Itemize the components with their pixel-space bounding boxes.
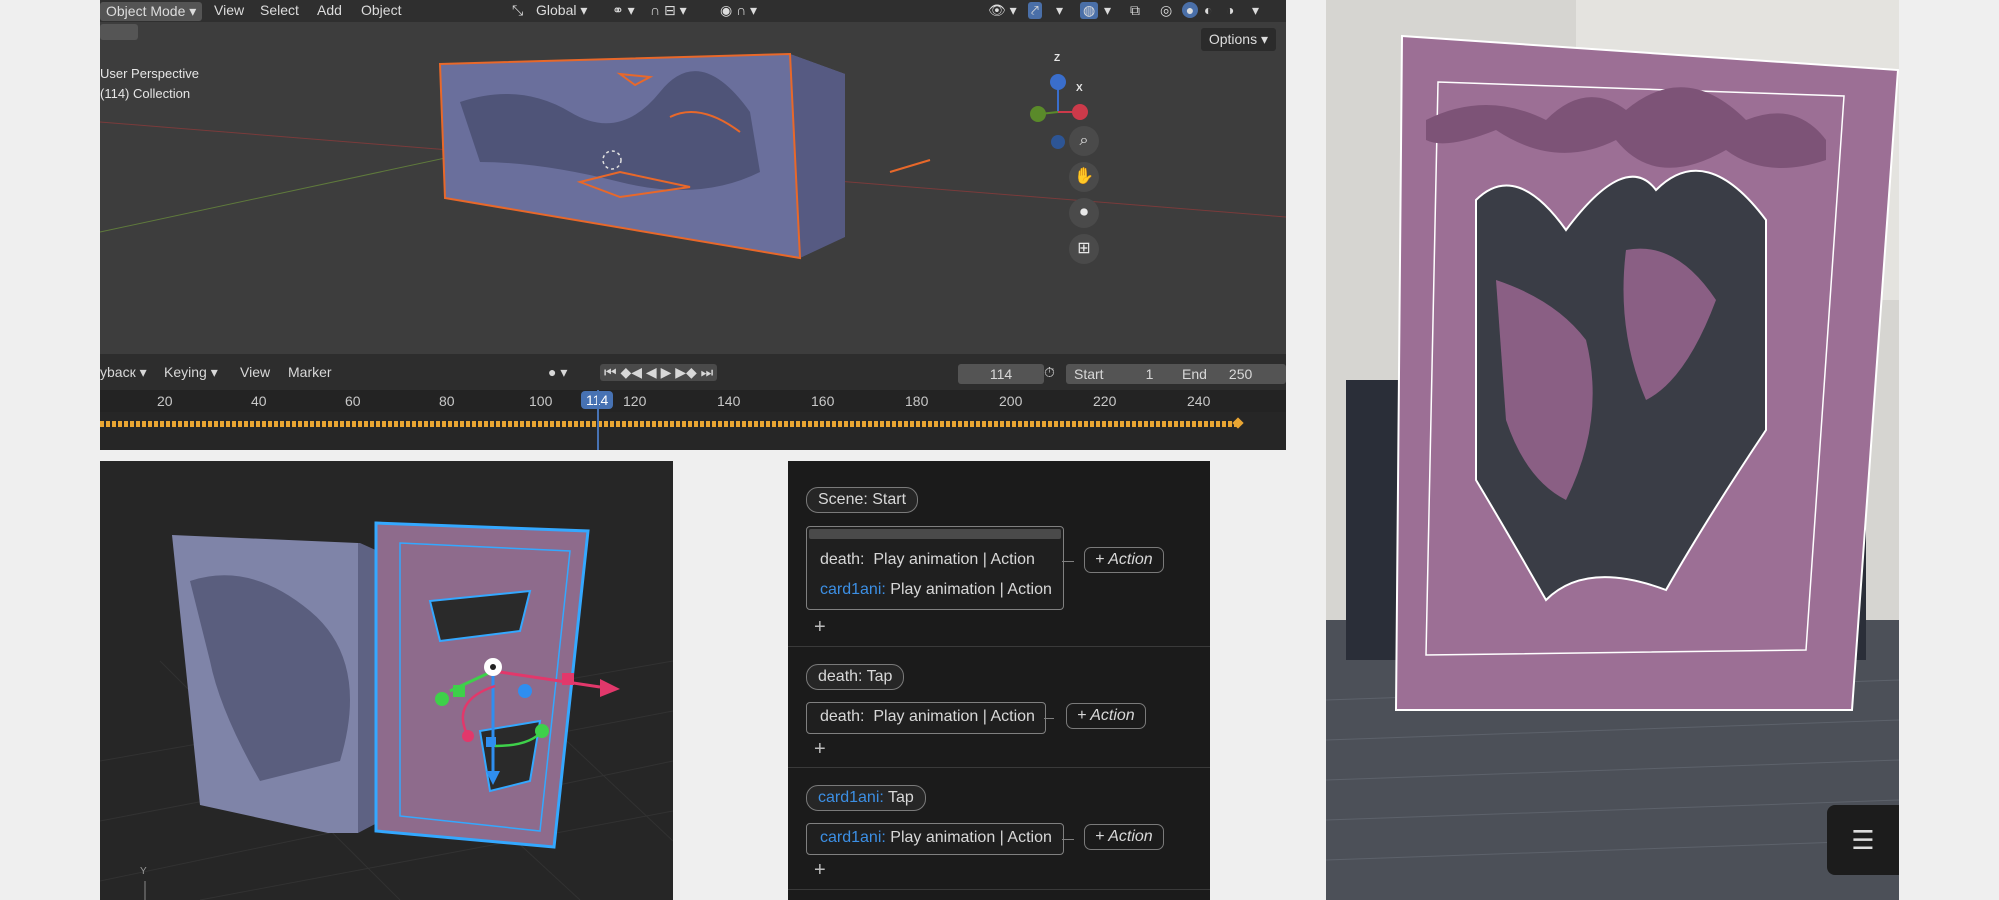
- pan-hand-icon[interactable]: ✋: [1069, 162, 1099, 192]
- overlay-toggle-icon[interactable]: ◍: [1080, 2, 1099, 19]
- action-row[interactable]: death: Play animation | Action: [820, 708, 1035, 726]
- tick-220: 220: [1093, 393, 1117, 409]
- transform-orientation-icon[interactable]: ⤡: [512, 2, 523, 19]
- divider: [788, 889, 1210, 890]
- blender-window: Object Mode ▾ View Select Add Object ⤡ G…: [100, 0, 1286, 450]
- orientation-dropdown[interactable]: Global ▾: [536, 2, 587, 19]
- add-action-button[interactable]: + Action: [1084, 547, 1164, 573]
- 3d-viewport[interactable]: User Perspective (114) Collection Option…: [100, 22, 1286, 354]
- add-action-button[interactable]: + Action: [1066, 703, 1146, 729]
- playback-controls[interactable]: ⏮ ◆◀ ◀ ▶ ▶◆ ⏭: [600, 364, 718, 381]
- add-behavior-button[interactable]: +: [814, 738, 826, 761]
- rotate-handle-green: [435, 692, 449, 706]
- action-sequence-3[interactable]: card1ani: Play animation | Action: [806, 823, 1064, 855]
- material-shading-icon[interactable]: ◐: [1204, 2, 1212, 18]
- zoom-icon[interactable]: ⌕: [1069, 126, 1099, 156]
- gizmo-dropdown-icon[interactable]: ▾: [1056, 2, 1063, 19]
- tick-20: 20: [157, 393, 173, 409]
- tick-60: 60: [345, 393, 361, 409]
- wireframe-shading-icon[interactable]: ◎: [1160, 2, 1172, 19]
- add-behavior-button[interactable]: +: [814, 616, 826, 639]
- timeline-ruler[interactable]: 20 40 60 80 100 120 140 160 180 200 220 …: [100, 390, 1286, 412]
- light-object: [889, 159, 931, 173]
- tick-180: 180: [905, 393, 929, 409]
- gizmo-z-icon: [1050, 74, 1066, 90]
- scene-editor-viewport[interactable]: Y: [100, 461, 673, 900]
- playback-menu[interactable]: ybacк ▾: [100, 364, 147, 381]
- action-sequence-2[interactable]: death: Play animation | Action: [806, 702, 1046, 734]
- keying-menu[interactable]: Keying ▾: [164, 364, 218, 381]
- tick-140: 140: [717, 393, 741, 409]
- action-row[interactable]: card1ani: Play animation | Action: [820, 829, 1052, 847]
- list-icon[interactable]: ☰: [1827, 805, 1899, 875]
- gizmo-z-label: Z: [1054, 53, 1061, 64]
- gizmo-y-icon: [1030, 106, 1046, 122]
- gizmo-x-label: X: [1076, 83, 1083, 94]
- pivot-icon[interactable]: ⚭ ▾: [612, 2, 635, 19]
- tick-160: 160: [811, 393, 835, 409]
- trigger-card1ani-tap[interactable]: card1ani: Tap: [806, 785, 926, 811]
- move-x-arrow-icon: [600, 679, 620, 697]
- timer-icon[interactable]: ⏱: [1044, 364, 1055, 381]
- viewport-header: Object Mode ▾ View Select Add Object ⤡ G…: [100, 0, 1286, 22]
- scene-canvas: [100, 52, 1286, 260]
- tick-40: 40: [251, 393, 267, 409]
- action-row[interactable]: death: Play animation | Action: [820, 551, 1035, 569]
- action-row[interactable]: card1ani: Play animation | Action: [820, 581, 1052, 599]
- menu-object[interactable]: Object: [361, 2, 401, 18]
- tick-100: 100: [529, 393, 553, 409]
- auto-key-icon[interactable]: ● ▾: [548, 364, 567, 381]
- divider: [788, 767, 1210, 768]
- shading-dropdown-icon[interactable]: ▾: [1252, 2, 1259, 19]
- menu-view[interactable]: View: [214, 2, 244, 18]
- timeline-keyframes[interactable]: [100, 390, 1286, 450]
- marker-menu[interactable]: Marker: [288, 364, 332, 380]
- menu-select[interactable]: Select: [260, 2, 299, 18]
- ortho-grid-icon[interactable]: ⊞: [1069, 234, 1099, 264]
- end-frame-field[interactable]: End 250: [1174, 364, 1286, 384]
- tick-80: 80: [439, 393, 455, 409]
- camera-view-icon[interactable]: ⏺: [1069, 198, 1099, 228]
- action-sequence-1[interactable]: death: Play animation | Action card1ani:…: [806, 526, 1064, 610]
- solid-shading-icon[interactable]: ●: [1182, 2, 1198, 18]
- ar-preview-photo: ☰: [1326, 0, 1899, 900]
- tick-240: 240: [1187, 393, 1211, 409]
- trigger-death-tap[interactable]: death: Tap: [806, 664, 905, 690]
- snap-icon[interactable]: ∩ ⊟ ▾: [650, 2, 687, 19]
- trigger-scene-start[interactable]: Scene: Start: [806, 487, 919, 513]
- rotate-handle-red: [462, 730, 474, 742]
- add-behavior-button[interactable]: +: [814, 859, 826, 882]
- scene-editor-canvas: [100, 521, 673, 900]
- rendered-shading-icon[interactable]: ◑: [1226, 2, 1234, 18]
- playhead-line: [597, 390, 599, 450]
- object-mode-dropdown[interactable]: Object Mode ▾: [100, 2, 203, 21]
- keyframe-strip: [100, 421, 1238, 427]
- add-action-button[interactable]: + Action: [1084, 824, 1164, 850]
- timeline-view-menu[interactable]: View: [240, 364, 270, 380]
- scale-z-handle: [453, 685, 465, 697]
- visibility-icon[interactable]: 👁 ▾: [988, 2, 1017, 19]
- tick-200: 200: [999, 393, 1023, 409]
- scale-x-handle: [562, 673, 574, 685]
- tick-120: 120: [623, 393, 647, 409]
- axis-y-label: Y: [140, 866, 147, 877]
- behaviors-panel: Scene: Start death: Play animation | Act…: [788, 461, 1210, 900]
- current-frame-field[interactable]: 114: [958, 364, 1044, 384]
- timeline-header: ybacк ▾ Keying ▾ View Marker ● ▾ ⏮ ◆◀ ◀ …: [100, 354, 1286, 390]
- gizmo-toggle-icon[interactable]: ⤤: [1028, 2, 1042, 19]
- gizmo-x-icon: [1072, 104, 1088, 120]
- divider: [788, 646, 1210, 647]
- drag-handle-icon[interactable]: [809, 529, 1061, 539]
- start-frame-field[interactable]: Start 1: [1066, 364, 1180, 384]
- overlay-dropdown-icon[interactable]: ▾: [1104, 2, 1111, 19]
- gizmo-neg-z-icon: [1051, 135, 1065, 149]
- proportional-edit-icon[interactable]: ◉ ∩ ▾: [720, 2, 757, 19]
- ar-scene: [1326, 0, 1899, 900]
- rotate-handle-blue: [518, 684, 532, 698]
- xray-icon[interactable]: ⧉: [1130, 2, 1140, 19]
- menu-add[interactable]: Add: [317, 2, 342, 18]
